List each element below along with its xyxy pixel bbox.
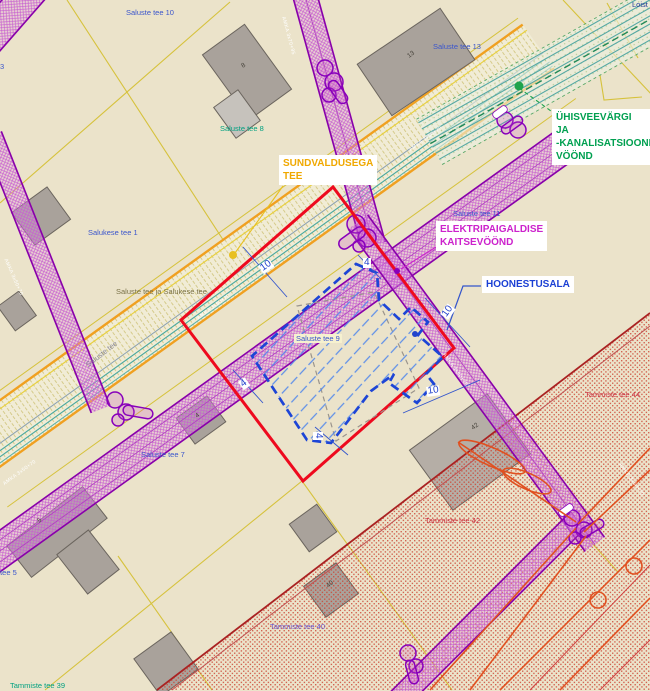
- callout-uhisveevark: ÜHISVEEVÄRGI JA -KANALISATSIOONI VÖÖND: [552, 109, 650, 165]
- parcel-label-tammiste-42: Tammiste tee 42: [425, 516, 480, 525]
- parcel-label-partial-3: 3: [0, 62, 4, 71]
- dimension-setback-bottom: 4: [313, 432, 323, 440]
- callout-uvk-line3: -KANALISATSIOONI: [556, 137, 650, 150]
- parcel-label-saluste-13: Saluste tee 13: [433, 42, 481, 51]
- parcel-label-saluste-10: Saluste tee 10: [126, 8, 174, 17]
- road-label-combined: Saluste tee ja Salukese tee: [116, 287, 207, 296]
- callout-uvk-line4: VÖÖND: [556, 150, 650, 163]
- planning-map: Saluste tee 10 Saluste tee 13 Saluste te…: [0, 0, 650, 691]
- parcel-label-saluste-11: Saluste tee 11: [453, 209, 500, 218]
- parcel-label-saluste-9: Saluste tee 9: [294, 334, 342, 343]
- callout-elektri-line2: KAITSEVÖÖND: [440, 236, 543, 249]
- callout-hoonestusala-label: HOONESTUSALA: [486, 278, 570, 291]
- callout-sundvaldusega-line2: TEE: [283, 170, 373, 183]
- parcel-label-salukese-1: Salukese tee 1: [88, 228, 138, 237]
- parcel-label-saluste-8: Saluste tee 8: [220, 124, 264, 133]
- callout-elektri-line1: ELEKTRIPAIGALDISE: [440, 223, 543, 236]
- parcel-label-tammiste-40: Tammiste tee 40: [270, 622, 325, 631]
- callout-elektripaigaldise: ELEKTRIPAIGALDISE KAITSEVÖÖND: [436, 221, 547, 251]
- callout-uvk-line1: ÜHISVEEVÄRGI: [556, 111, 650, 124]
- dimension-setback-top: 4: [363, 258, 371, 268]
- callout-sundvaldusega-tee: SUNDVALDUSEGA TEE: [279, 155, 377, 185]
- callout-uvk-line2: JA: [556, 124, 650, 137]
- callout-sundvaldusega-line1: SUNDVALDUSEGA: [283, 157, 373, 170]
- parcel-label-tammiste-44: Tammiste tee 44: [585, 390, 640, 399]
- parcel-label-saluste-7: Saluste tee 7: [141, 450, 185, 459]
- dimension-offset-bottom: 10: [426, 385, 440, 397]
- parcel-label-tammiste-39: Tammiste tee 39: [10, 681, 65, 690]
- map-graphics: [0, 0, 650, 691]
- parcel-label-loist: Loist: [632, 0, 648, 9]
- callout-hoonestusala: HOONESTUSALA: [482, 276, 574, 293]
- parcel-label-saluste-5: Saluste tee 5: [0, 568, 17, 577]
